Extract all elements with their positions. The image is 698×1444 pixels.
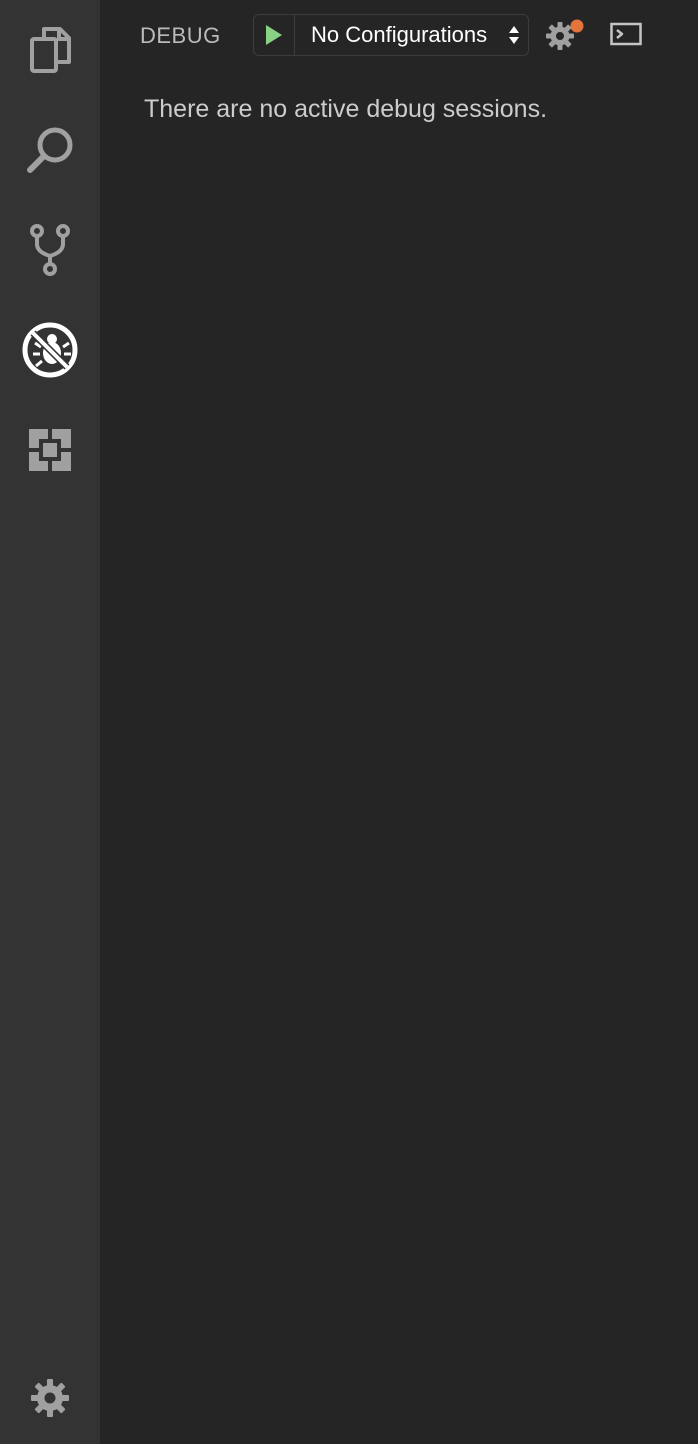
activity-manage[interactable] <box>0 1348 100 1444</box>
configuration-value: No Configurations <box>311 22 488 47</box>
no-debug-sessions-message: There are no active debug sessions. <box>144 95 548 123</box>
configuration-select[interactable]: No Configurations <box>295 15 528 55</box>
activity-explorer[interactable] <box>0 0 100 100</box>
files-icon <box>30 27 71 73</box>
debug-panel: DEBUG No Configurations There are no act… <box>100 0 698 1444</box>
activity-source-control[interactable] <box>0 200 100 300</box>
debug-console-button[interactable] <box>610 22 646 50</box>
activity-bar <box>0 0 100 1444</box>
source-control-icon <box>30 224 70 276</box>
notification-badge <box>570 19 584 33</box>
start-debugging-button[interactable] <box>254 15 295 55</box>
debug-icon <box>22 322 78 378</box>
activity-debug[interactable] <box>0 300 100 400</box>
console-icon <box>610 22 642 46</box>
play-icon <box>266 25 282 45</box>
open-launch-json-button[interactable] <box>546 18 586 54</box>
gear-icon <box>31 1379 69 1417</box>
extensions-icon <box>29 429 71 471</box>
select-arrows-icon <box>509 26 519 44</box>
activity-search[interactable] <box>0 100 100 200</box>
activity-extensions[interactable] <box>0 400 100 500</box>
panel-title: DEBUG <box>140 23 221 48</box>
search-icon <box>27 127 73 173</box>
gear-icon <box>546 19 584 50</box>
panel-header: DEBUG No Configurations <box>100 0 698 72</box>
vscode-window: DEBUG No Configurations There are no act… <box>0 0 698 1444</box>
debug-configuration-box: No Configurations <box>253 14 529 56</box>
